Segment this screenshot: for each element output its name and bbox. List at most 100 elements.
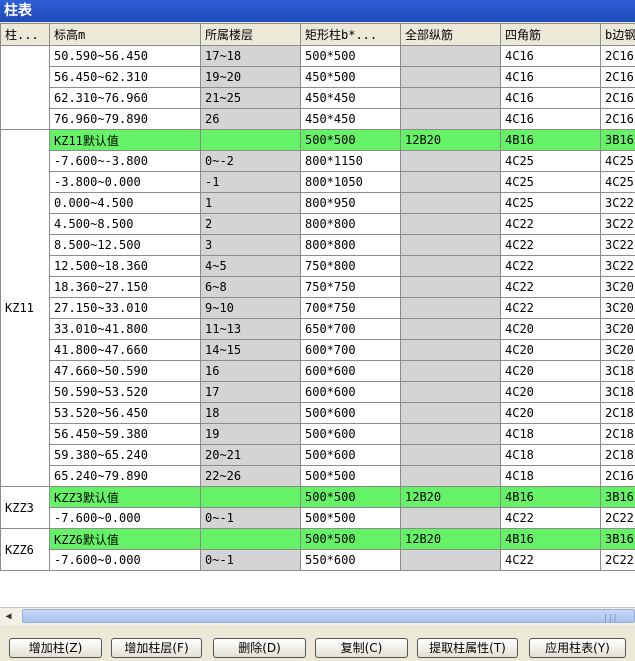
table-cell[interactable]: 2C18: [600, 402, 635, 424]
table-cell[interactable]: 4C22: [500, 234, 601, 256]
table-cell[interactable]: 2C16: [600, 66, 635, 88]
table-cell[interactable]: 2C18: [600, 444, 635, 466]
table-cell[interactable]: -7.600~0.000: [49, 507, 201, 529]
copy-button[interactable]: 复制(C): [315, 638, 408, 658]
table-cell[interactable]: 3C22: [600, 234, 635, 256]
table-cell[interactable]: 11~13: [200, 318, 301, 340]
table-cell[interactable]: 650*700: [300, 318, 401, 340]
table-cell[interactable]: 56.450~62.310: [49, 66, 201, 88]
table-cell[interactable]: 450*450: [300, 87, 401, 109]
extract-props-button[interactable]: 提取柱属性(T): [417, 638, 518, 658]
table-cell[interactable]: 6~8: [200, 276, 301, 298]
table-cell[interactable]: 600*700: [300, 339, 401, 361]
table-cell[interactable]: 3C18: [600, 381, 635, 403]
column-header[interactable]: 柱...: [0, 23, 50, 46]
table-cell[interactable]: 4C16: [500, 66, 601, 88]
table-cell[interactable]: 3C18: [600, 360, 635, 382]
table-cell[interactable]: 3C20: [600, 339, 635, 361]
table-cell[interactable]: 2C18: [600, 423, 635, 445]
table-cell[interactable]: 47.660~50.590: [49, 360, 201, 382]
table-row[interactable]: 50.590~56.450 17~18 500*500 4C16 2C16: [0, 45, 635, 130]
table-cell[interactable]: 600*600: [300, 381, 401, 403]
add-column-button[interactable]: 增加柱(Z): [9, 638, 102, 658]
table-cell[interactable]: 500*500: [300, 486, 401, 508]
table-cell[interactable]: 4C20: [500, 381, 601, 403]
table-cell[interactable]: 4C25: [600, 150, 635, 172]
table-cell[interactable]: [400, 255, 501, 277]
table-cell[interactable]: 17: [200, 381, 301, 403]
table-cell[interactable]: [400, 192, 501, 214]
table-row[interactable]: 27.150~33.010 9~10 700*750 4C22 3C20: [1, 297, 635, 319]
table-cell[interactable]: 12B20: [400, 528, 501, 550]
table-cell[interactable]: 18: [200, 402, 301, 424]
table-cell[interactable]: 750*800: [300, 255, 401, 277]
table-cell[interactable]: 4B16: [500, 129, 601, 151]
table-cell[interactable]: 33.010~41.800: [49, 318, 201, 340]
table-row[interactable]: 53.520~56.450 18 500*600 4C20 2C18: [1, 402, 635, 424]
table-row[interactable]: 56.450~59.380 19 500*600 4C18 2C18: [1, 423, 635, 445]
table-cell[interactable]: 4C25: [500, 171, 601, 193]
table-cell[interactable]: 4C25: [500, 192, 601, 214]
table-cell[interactable]: 4C22: [500, 297, 601, 319]
table-cell[interactable]: [400, 297, 501, 319]
table-cell[interactable]: 450*450: [300, 108, 401, 130]
table-cell[interactable]: 4B16: [500, 528, 601, 550]
table-cell[interactable]: [400, 339, 501, 361]
table-cell[interactable]: 3B16: [600, 528, 635, 550]
table-cell[interactable]: [400, 507, 501, 529]
table-cell[interactable]: 3C22: [600, 192, 635, 214]
table-row[interactable]: 18.360~27.150 6~8 750*750 4C22 3C20: [1, 276, 635, 298]
table-cell[interactable]: 50.590~53.520: [49, 381, 201, 403]
default-row[interactable]: KZZ3 KZZ3默认值 500*500 12B20 4B16 3B16: [0, 486, 635, 529]
table-cell[interactable]: [400, 318, 501, 340]
horizontal-scrollbar[interactable]: ◀ |||: [0, 607, 635, 625]
table-row[interactable]: 65.240~79.890 22~26 500*500 4C18 2C16: [1, 465, 635, 487]
table-cell[interactable]: [400, 381, 501, 403]
column-table-grid[interactable]: 柱... 标高m 所属楼层 矩形柱b*... 全部纵筋 四角筋 b边钢 50.590~56.…: [0, 23, 635, 607]
table-cell[interactable]: 0~-1: [200, 507, 301, 529]
table-cell[interactable]: KZZ6默认值: [49, 528, 201, 550]
table-cell[interactable]: 4C25: [600, 171, 635, 193]
table-cell[interactable]: 62.310~76.960: [49, 87, 201, 109]
scroll-thumb[interactable]: |||: [22, 609, 635, 623]
table-cell[interactable]: 4C20: [500, 402, 601, 424]
table-cell[interactable]: 4C22: [500, 255, 601, 277]
table-cell[interactable]: 4C22: [500, 549, 601, 571]
table-cell[interactable]: 0.000~4.500: [49, 192, 201, 214]
table-cell[interactable]: 3C20: [600, 318, 635, 340]
table-row[interactable]: 0.000~4.500 1 800*950 4C25 3C22: [1, 192, 635, 214]
table-cell[interactable]: 0~-1: [200, 549, 301, 571]
table-cell[interactable]: -1: [200, 171, 301, 193]
column-header[interactable]: 全部纵筋: [400, 23, 501, 46]
table-cell[interactable]: 4C22: [500, 507, 601, 529]
table-cell[interactable]: [400, 360, 501, 382]
table-row[interactable]: 8.500~12.500 3 800*800 4C22 3C22: [1, 234, 635, 256]
table-row[interactable]: 76.960~79.890 26 450*450 4C16 2C16: [1, 108, 635, 130]
table-cell[interactable]: [400, 444, 501, 466]
column-group-name[interactable]: KZZ6: [0, 528, 50, 571]
table-cell[interactable]: 500*500: [300, 528, 401, 550]
table-cell[interactable]: 18.360~27.150: [49, 276, 201, 298]
table-cell[interactable]: 800*1150: [300, 150, 401, 172]
table-cell[interactable]: 4C16: [500, 87, 601, 109]
column-header[interactable]: 所属楼层: [200, 23, 301, 46]
table-cell[interactable]: 550*600: [300, 549, 401, 571]
table-cell[interactable]: [400, 549, 501, 571]
table-cell[interactable]: 53.520~56.450: [49, 402, 201, 424]
table-cell[interactable]: 76.960~79.890: [49, 108, 201, 130]
table-cell[interactable]: 20~21: [200, 444, 301, 466]
table-cell[interactable]: KZ11默认值: [49, 129, 201, 151]
table-cell[interactable]: 4C18: [500, 423, 601, 445]
table-cell[interactable]: 500*500: [300, 507, 401, 529]
table-cell[interactable]: 500*500: [300, 129, 401, 151]
table-cell[interactable]: 2C16: [600, 108, 635, 130]
table-cell[interactable]: 4.500~8.500: [49, 213, 201, 235]
table-row[interactable]: 50.590~53.520 17 600*600 4C20 3C18: [1, 381, 635, 403]
table-cell[interactable]: [400, 276, 501, 298]
table-cell[interactable]: 3C22: [600, 213, 635, 235]
table-cell[interactable]: KZZ3默认值: [49, 486, 201, 508]
table-row[interactable]: -7.600~0.000 0~-1 550*600 4C22 2C22: [1, 549, 635, 571]
column-group-name[interactable]: [0, 45, 50, 130]
table-cell[interactable]: -7.600~-3.800: [49, 150, 201, 172]
arrow-left-icon[interactable]: ◀: [0, 608, 17, 625]
